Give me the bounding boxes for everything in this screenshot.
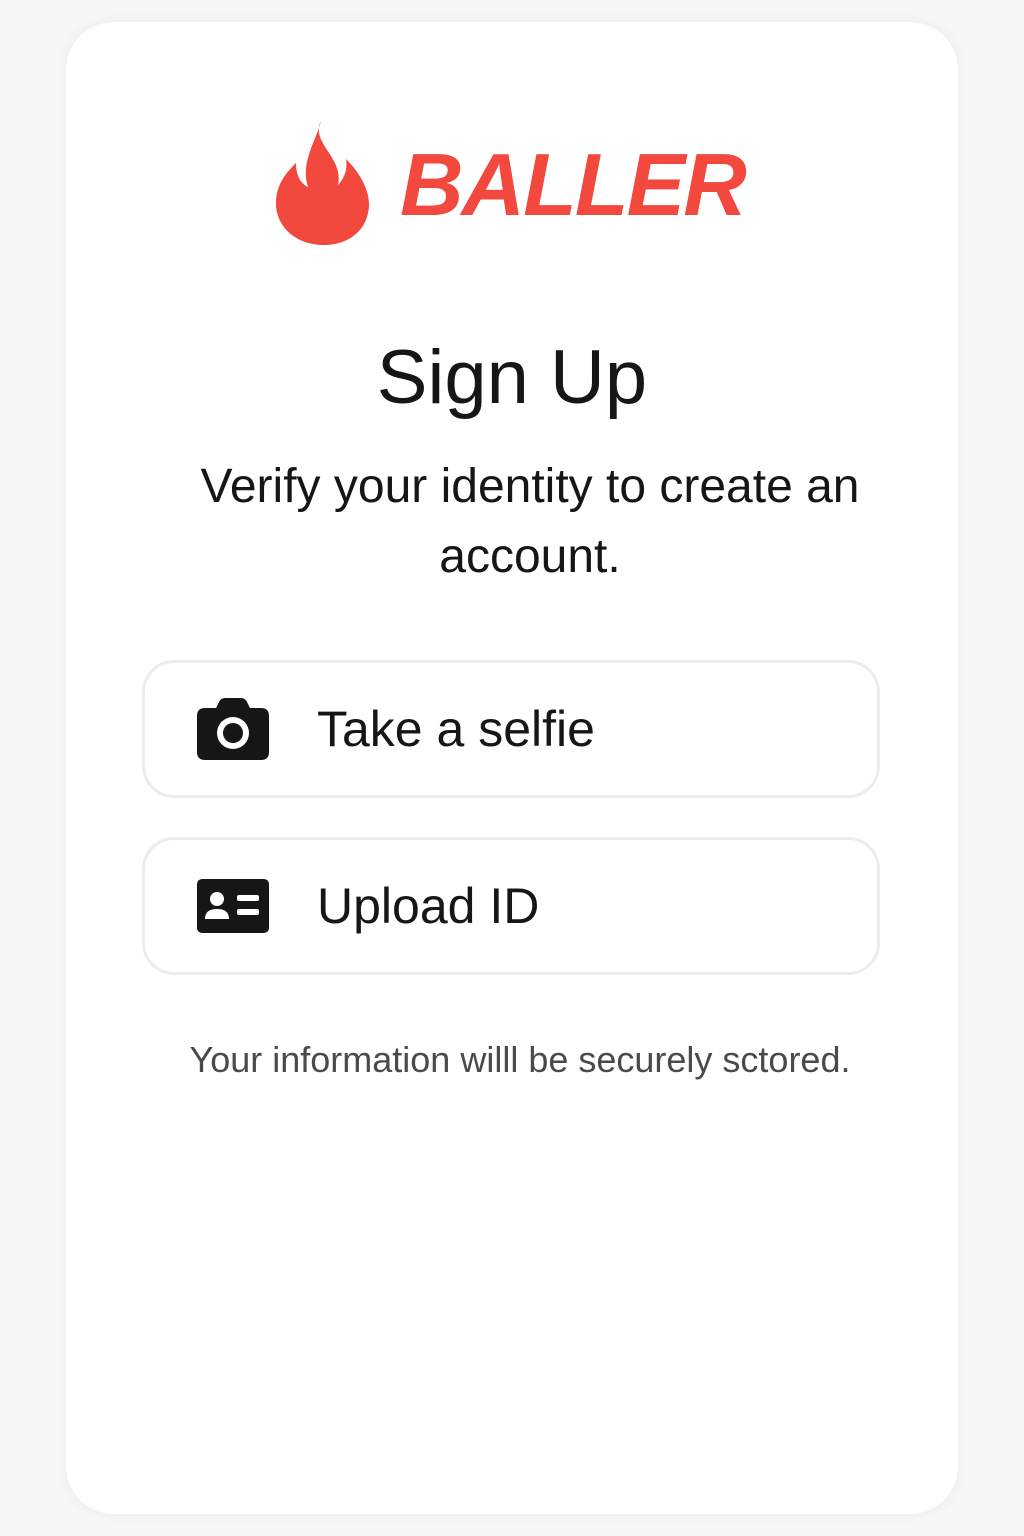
security-note: Your information willl be securely sctor…	[189, 1039, 851, 1080]
camera-icon	[197, 698, 269, 760]
brand-name: BALLER	[400, 135, 747, 234]
brand-logo: BALLER	[272, 118, 747, 248]
take-selfie-label: Take a selfie	[317, 701, 595, 757]
upload-id-label: Upload ID	[317, 878, 540, 934]
page-subtitle: Verify your identity to create an accoun…	[200, 460, 860, 583]
id-card-icon	[197, 879, 269, 933]
take-selfie-button[interactable]: Take a selfie	[142, 660, 880, 798]
upload-id-button[interactable]: Upload ID	[142, 837, 880, 975]
flame-icon	[276, 121, 370, 245]
page-title: Sign Up	[376, 335, 648, 420]
